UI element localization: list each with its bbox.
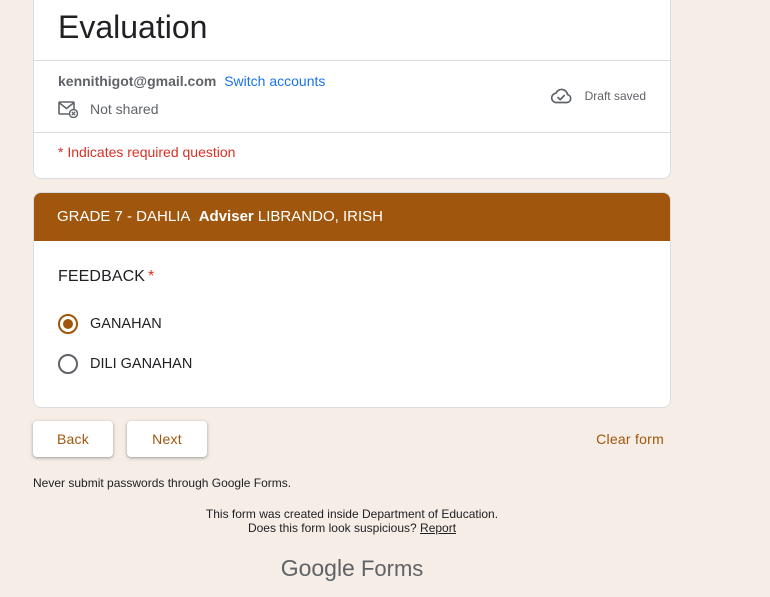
option-label: DILI GANAHAN bbox=[90, 356, 193, 372]
question-section-card: GRADE 7 - DAHLIA Adviser LIBRANDO, IRISH… bbox=[33, 192, 671, 408]
question-title: FEEDBACK * bbox=[58, 268, 154, 286]
next-button[interactable]: Next bbox=[127, 421, 207, 457]
cloud-check-icon bbox=[550, 88, 572, 104]
password-warning: Never submit passwords through Google Fo… bbox=[33, 476, 292, 490]
required-note: * Indicates required question bbox=[58, 144, 236, 160]
created-inside-note: This form was created inside Department … bbox=[205, 507, 499, 521]
section-title-bold: Adviser bbox=[198, 208, 254, 225]
form-header-card: Evaluation kennithigot@gmail.com Switch … bbox=[33, 0, 671, 179]
report-link[interactable]: Report bbox=[420, 521, 456, 535]
draft-status: Draft saved bbox=[549, 86, 646, 106]
google-forms-logo[interactable]: Google Forms bbox=[33, 555, 671, 582]
brand-google: Google bbox=[280, 555, 355, 581]
section-title-rest: LIBRANDO, IRISH bbox=[257, 208, 383, 225]
option-label: GANAHAN bbox=[90, 316, 162, 332]
radio-unselected-icon[interactable] bbox=[58, 354, 78, 374]
divider bbox=[34, 132, 670, 133]
not-shared-status: Not shared bbox=[58, 100, 158, 118]
form-title: Evaluation bbox=[58, 9, 208, 45]
radio-selected-icon[interactable] bbox=[58, 314, 78, 334]
divider bbox=[34, 60, 670, 61]
mail-not-shared-icon bbox=[58, 101, 78, 118]
account-email: kennithigot@gmail.com bbox=[58, 73, 217, 89]
radio-option-ganahan[interactable]: GANAHAN bbox=[58, 314, 162, 334]
section-title-main: GRADE 7 - DAHLIA bbox=[57, 208, 190, 225]
suspicious-question: Does this form look suspicious? bbox=[247, 521, 417, 535]
brand-forms: Forms bbox=[360, 556, 424, 581]
required-star: * bbox=[148, 268, 155, 285]
form-page: Evaluation kennithigot@gmail.com Switch … bbox=[0, 0, 770, 597]
not-shared-label: Not shared bbox=[90, 101, 159, 117]
back-button[interactable]: Back bbox=[33, 421, 113, 457]
radio-option-dili-ganahan[interactable]: DILI GANAHAN bbox=[58, 354, 192, 374]
account-row: kennithigot@gmail.com Switch accounts bbox=[58, 72, 325, 90]
section-header: GRADE 7 - DAHLIA Adviser LIBRANDO, IRISH bbox=[34, 193, 670, 241]
clear-form-button[interactable]: Clear form bbox=[596, 431, 664, 447]
draft-status-label: Draft saved bbox=[584, 89, 646, 103]
question-label: FEEDBACK bbox=[58, 268, 146, 285]
suspicious-note: Does this form look suspicious? Report bbox=[33, 521, 671, 535]
switch-accounts-link[interactable]: Switch accounts bbox=[224, 73, 325, 89]
